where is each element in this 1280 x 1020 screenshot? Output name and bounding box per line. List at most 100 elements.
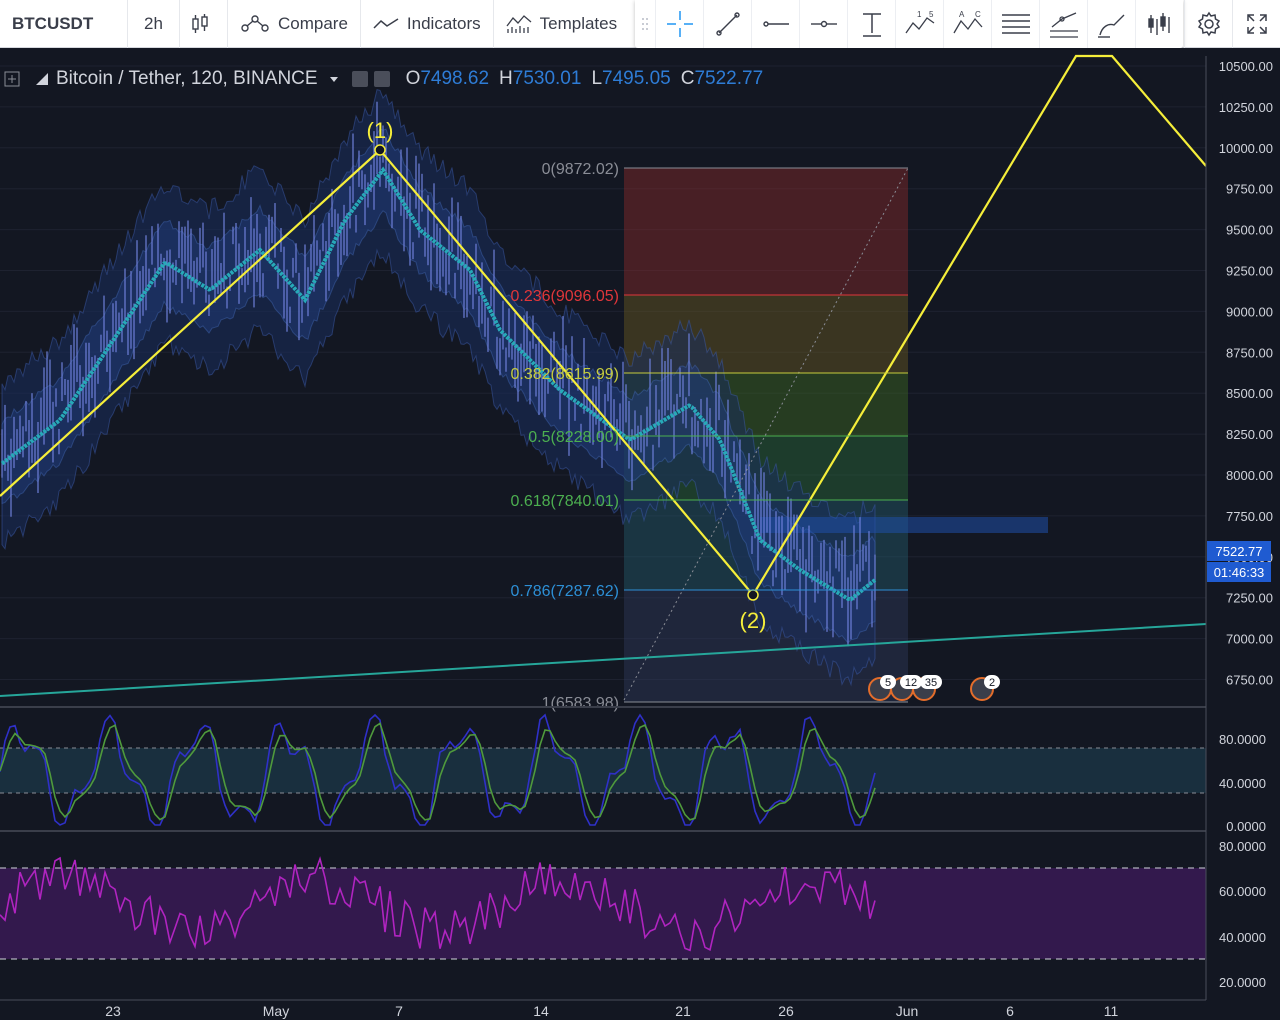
price-tick: 10000.00 [1219,141,1273,156]
rsi-tick: 40.0000 [1219,930,1266,945]
rsi-pane [0,856,1206,960]
price-tick: 7250.00 [1226,591,1273,606]
open-label: O [405,68,421,89]
price-tick: 7750.00 [1226,509,1273,524]
price-tick: 6750.00 [1226,673,1273,688]
low-label: L [591,68,603,89]
indicators-icon [373,17,399,29]
fib-level-label: 0(9872.02) [542,161,619,178]
text-tool[interactable] [847,0,895,48]
low-value: 7495.05 [602,68,671,89]
indicators-label: Indicators [406,13,481,33]
price-tick: 10250.00 [1219,100,1273,115]
time-tick: 14 [533,1003,549,1019]
stoch-tick: 0.0000 [1226,819,1266,834]
stoch-tick: 80.0000 [1219,732,1266,747]
candles-icon [191,13,208,33]
open-value: 7498.62 [420,68,490,89]
chart-patterns-tool[interactable] [1135,0,1183,48]
crosshair-icon [666,11,693,37]
time-tick: May [263,1003,289,1019]
wave-1-point [374,144,386,156]
settings-small-icon[interactable] [373,71,390,87]
countdown-value: 01:46:33 [1214,565,1265,580]
interval-button[interactable]: 2h [128,0,180,48]
high-label: H [499,68,513,89]
svg-text:5: 5 [929,10,934,19]
fullscreen-icon [1246,14,1267,34]
wave-2-point [747,589,759,601]
svg-text:C: C [975,10,981,19]
last-price-value: 7522.77 [1216,544,1263,559]
event-count: 2 [989,677,995,689]
horizontal-line-icon [810,20,837,28]
event-count: 12 [905,677,917,689]
abcd-pattern-tool[interactable]: AC [943,0,991,48]
symbol-legend: Bitcoin / Tether, 120, BINANCE O 7498.62 … [4,66,763,92]
symbol-title: Bitcoin / Tether, 120, BINANCE [56,68,318,89]
horizontal-ray-tool[interactable] [751,0,799,48]
indicators-button[interactable]: Indicators [361,0,494,48]
symbol-label: BTCUSDT [12,13,94,33]
templates-label: Templates [539,13,618,33]
gear-icon [1197,11,1220,37]
price-tick: 8250.00 [1226,427,1273,442]
drag-handle-icon [642,18,648,30]
chevron-down-icon[interactable] [329,76,338,82]
high-value: 7530.01 [512,68,582,89]
rsi-tick: 60.0000 [1219,884,1266,899]
bar-style-icon [36,73,48,85]
pitchfork-icon [1049,12,1078,38]
rsi-tick: 80.0000 [1219,839,1266,854]
collapse-icon[interactable] [4,71,20,87]
fib-zone [624,168,908,295]
toolbar-drag-handle[interactable] [635,0,655,48]
drawing-toolbar: 15 AC [635,0,1183,48]
symbol-search-button[interactable]: BTCUSDT [0,0,128,48]
parallel-lines-tool[interactable] [991,0,1039,48]
fib-level-label: 0.236(9096.05) [510,288,619,305]
fib-level-label: 0.5(8228.00) [528,429,619,446]
horizontal-ray-icon [762,21,789,27]
time-tick: 21 [675,1003,691,1019]
settings-button[interactable] [1184,0,1232,48]
interval-label: 2h [144,13,163,33]
rsi-tick: 20.0000 [1219,975,1266,990]
time-tick: 26 [778,1003,794,1019]
pitchfork-tool[interactable] [1039,0,1087,48]
time-tick: Jun [896,1003,919,1019]
time-tick: 7 [395,1003,403,1019]
templates-button[interactable]: Templates [494,0,629,48]
price-tick: 9500.00 [1226,223,1273,238]
svg-text:A: A [959,10,965,19]
brush-icon [1097,14,1124,38]
elliott-wave-icon: 15 [904,10,934,34]
price-tick: 8750.00 [1226,345,1273,360]
trend-line-tool[interactable] [703,0,751,48]
event-count: 5 [885,677,891,689]
fib-level-label: 1(6583.98) [542,695,619,712]
price-tick: 8500.00 [1226,386,1273,401]
fib-level-label: 0.382(8615.99) [510,366,619,383]
horizontal-line-tool[interactable] [799,0,847,48]
price-tick: 9250.00 [1226,264,1273,279]
text-icon [862,13,881,37]
compare-label: Compare [278,13,348,33]
price-tick: 8000.00 [1226,468,1273,483]
wave-1-label: (1) [367,118,394,143]
chart-style-button[interactable] [180,0,228,48]
crosshair-tool[interactable] [655,0,703,48]
stoch-tick: 40.0000 [1219,776,1266,791]
fullscreen-button[interactable] [1232,0,1280,48]
compare-icon [241,14,269,32]
wave-2-label: (2) [740,608,767,633]
price-tick: 9750.00 [1226,182,1273,197]
visibility-icon[interactable] [351,71,368,87]
compare-button[interactable]: Compare [228,0,361,48]
chart-canvas[interactable]: (1) (2) 0(9872.02) 0.236(9096.05) 0.382(86… [0,48,1280,1020]
brush-tool[interactable] [1087,0,1135,48]
time-tick: 11 [1104,1003,1119,1019]
close-label: C [680,68,695,89]
abcd-pattern-icon: AC [952,10,982,34]
elliott-wave-tool[interactable]: 15 [895,0,943,48]
